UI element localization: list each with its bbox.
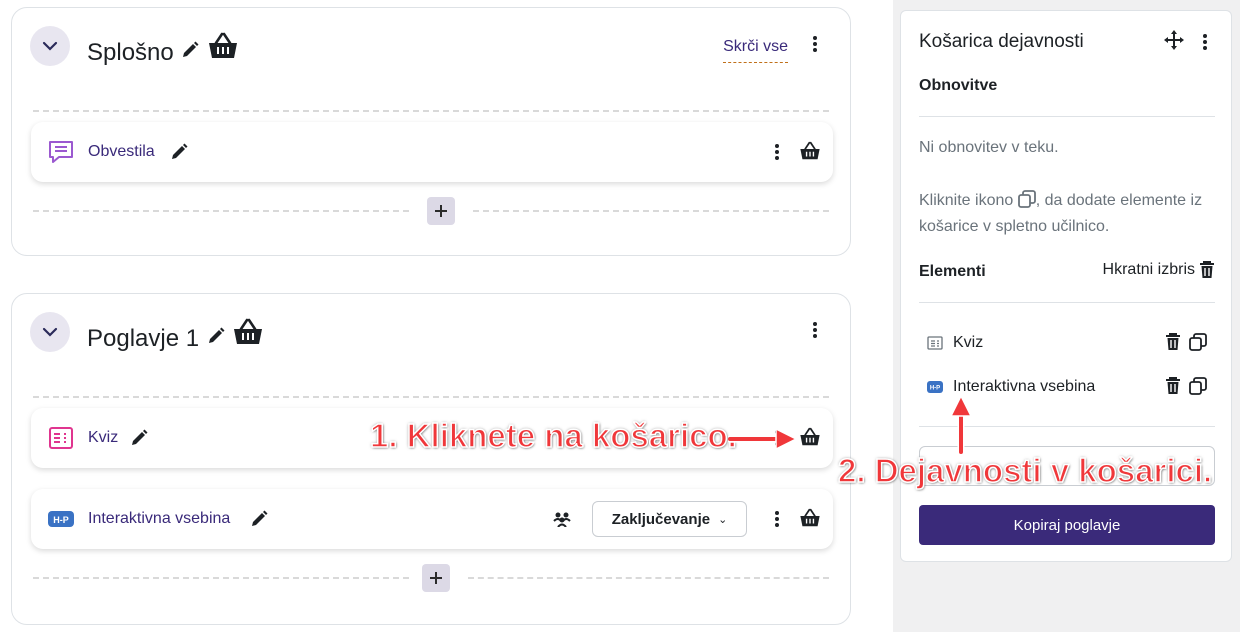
- svg-text:H-P: H-P: [53, 515, 69, 525]
- annotation-step-2: 2. Dejavnosti v košarici.: [837, 451, 1213, 490]
- h5p-icon: H-P: [48, 511, 74, 527]
- section-title: Splošno: [87, 32, 239, 67]
- copy-icon[interactable]: [1189, 377, 1207, 395]
- drawer-title: Košarica dejavnosti: [919, 31, 1084, 52]
- divider: [33, 210, 409, 212]
- section-chapter-1: Poglavje 1 Kviz H-P Interaktivna vsebina…: [11, 293, 851, 625]
- activity-name[interactable]: Kviz: [88, 429, 118, 447]
- basket-icon[interactable]: [799, 508, 821, 528]
- section-collapse-button[interactable]: [30, 312, 70, 352]
- copy-section-button[interactable]: Kopiraj poglavje: [919, 505, 1215, 545]
- add-activity-button[interactable]: [427, 197, 455, 225]
- section-menu-kebab-icon[interactable]: [811, 34, 819, 54]
- edit-pencil-icon[interactable]: [180, 40, 200, 60]
- items-heading: Elementi: [919, 263, 986, 280]
- divider: [473, 210, 829, 212]
- hint-text: Kliknite ikono , da dodate elemente iz k…: [919, 188, 1219, 240]
- add-activity-button[interactable]: [422, 564, 450, 592]
- divider: [468, 577, 829, 579]
- section-collapse-button[interactable]: [30, 26, 70, 66]
- section-general: Splošno Skrči vse Obvestila: [11, 7, 851, 256]
- section-menu-kebab-icon[interactable]: [811, 320, 819, 340]
- divider: [33, 577, 409, 579]
- basket-item-name: Kviz: [953, 334, 984, 351]
- basket-icon[interactable]: [799, 427, 821, 447]
- groups-icon: [553, 512, 571, 527]
- divider: [919, 116, 1215, 117]
- h5p-icon: H-P: [927, 381, 943, 393]
- edit-pencil-icon[interactable]: [249, 509, 269, 529]
- section-title-text: Poglavje 1: [87, 325, 200, 352]
- move-icon[interactable]: [1163, 29, 1185, 51]
- basket-item: Kviz: [927, 331, 983, 355]
- plus-icon: [430, 572, 442, 584]
- quiz-icon: [49, 427, 73, 449]
- clear-all-label: Hkratni izbris: [1102, 261, 1195, 278]
- annotation-arrow-right-icon: [728, 427, 798, 451]
- trash-icon[interactable]: [1165, 377, 1181, 395]
- hint-text-start: Kliknite ikono: [919, 192, 1014, 209]
- trash-icon: [1200, 261, 1214, 278]
- activity-name[interactable]: Interaktivna vsebina: [88, 510, 230, 528]
- edit-pencil-icon[interactable]: [129, 428, 149, 448]
- annotation-step-1: 1. Kliknete na košarico.: [369, 416, 737, 455]
- divider: [33, 396, 829, 398]
- chevron-down-icon: ⌄: [718, 513, 728, 526]
- basket-icon[interactable]: [799, 141, 821, 161]
- copy-icon: [1017, 190, 1036, 208]
- activity-menu-kebab-icon[interactable]: [773, 142, 781, 162]
- completion-label: Zaključevanje: [611, 510, 711, 528]
- chevron-down-icon: [42, 327, 58, 337]
- activity-forum: Obvestila: [31, 122, 833, 182]
- chevron-down-icon: [42, 41, 58, 51]
- activity-h5p: H-P Interaktivna vsebina Zaključevanje ⌄: [31, 489, 833, 549]
- no-updates-text: Ni obnovitev v teku.: [919, 139, 1059, 156]
- forum-icon: [49, 141, 73, 163]
- activity-menu-kebab-icon[interactable]: [773, 509, 781, 529]
- divider: [919, 302, 1215, 303]
- edit-pencil-icon[interactable]: [206, 326, 226, 346]
- quiz-icon: [927, 336, 943, 350]
- edit-pencil-icon[interactable]: [169, 142, 189, 162]
- copy-icon[interactable]: [1189, 333, 1207, 351]
- drawer-menu-kebab-icon[interactable]: [1201, 32, 1209, 52]
- annotation-arrow-up-icon: [949, 394, 973, 454]
- section-title-text: Splošno: [87, 39, 174, 66]
- basket-icon[interactable]: [207, 32, 239, 60]
- basket-icon[interactable]: [232, 318, 264, 346]
- divider: [33, 110, 829, 112]
- section-title: Poglavje 1: [87, 318, 264, 353]
- clear-all-button[interactable]: Hkratni izbris: [1103, 261, 1215, 279]
- basket-item-name: Interaktivna vsebina: [953, 378, 1096, 395]
- activity-name[interactable]: Obvestila: [88, 143, 155, 161]
- collapse-all-link[interactable]: Skrči vse: [723, 38, 788, 63]
- completion-dropdown[interactable]: Zaključevanje ⌄: [592, 501, 747, 537]
- updates-heading: Obnovitve: [919, 77, 998, 94]
- svg-text:H-P: H-P: [930, 386, 940, 392]
- trash-icon[interactable]: [1165, 333, 1181, 351]
- plus-icon: [435, 205, 447, 217]
